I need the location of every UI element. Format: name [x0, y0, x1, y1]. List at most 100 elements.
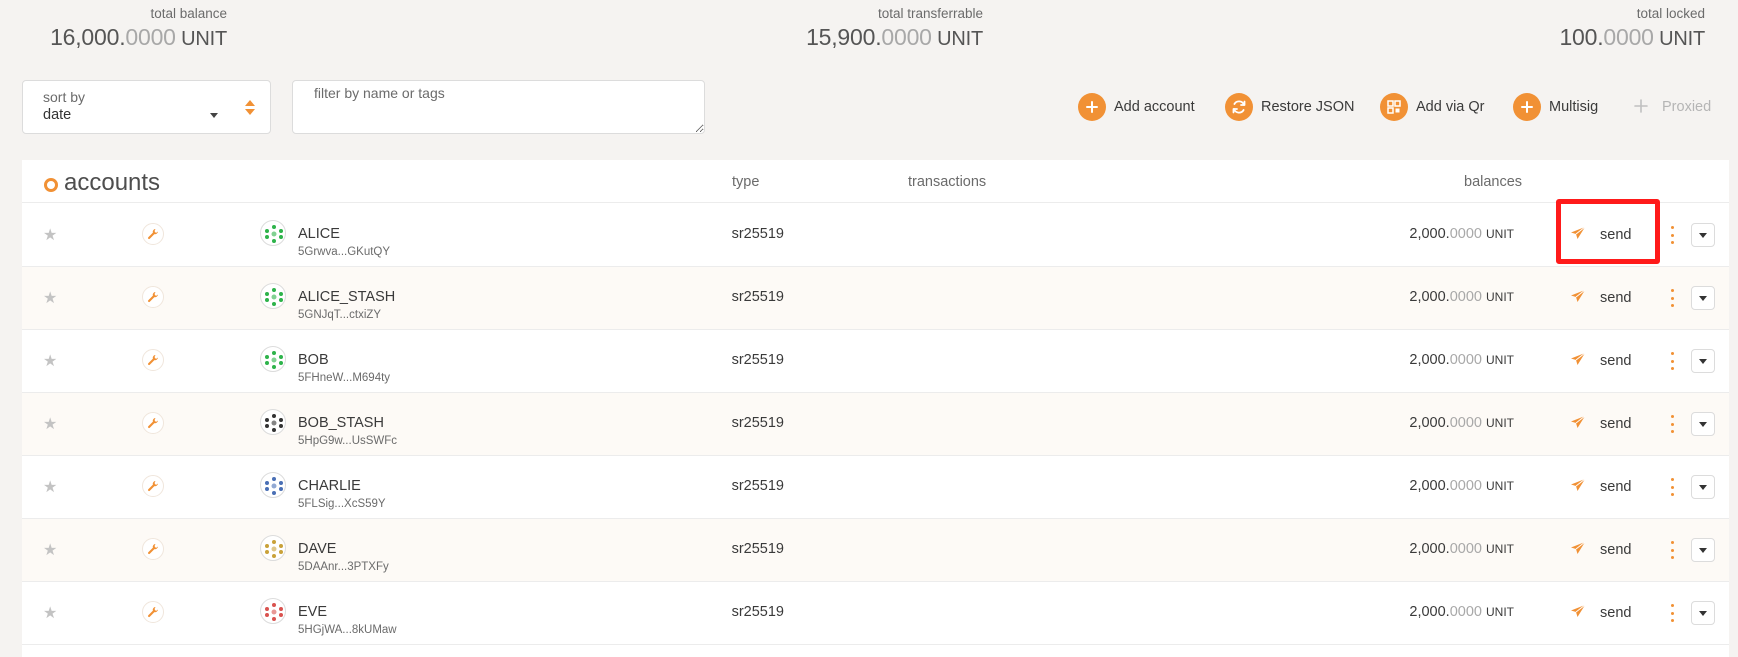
multisig-button[interactable]: Multisig [1513, 92, 1598, 122]
account-name[interactable]: ALICE_STASH [298, 289, 395, 305]
send-icon [1570, 352, 1586, 371]
wrench-icon[interactable] [142, 475, 164, 497]
balance-decimals: 0000 [1449, 226, 1482, 242]
sort-direction-toggle[interactable] [245, 100, 255, 116]
account-name[interactable]: ALICE [298, 226, 340, 242]
kebab-icon[interactable] [1667, 415, 1677, 433]
wrench-icon[interactable] [142, 223, 164, 245]
add-via-qr-button[interactable]: Add via Qr [1380, 92, 1485, 122]
account-address: 5GNJqT...ctxiZY [298, 309, 382, 321]
chevron-down-icon[interactable] [1691, 538, 1715, 562]
balance-decimals: 0000 [1449, 478, 1482, 494]
kebab-icon[interactable] [1667, 478, 1677, 496]
chevron-down-icon[interactable] [1691, 286, 1715, 310]
account-name[interactable]: BOB [298, 352, 329, 368]
balance-int: 2,000. [1409, 226, 1450, 242]
account-balance: 2,000.0000 UNIT [1322, 289, 1514, 305]
balance-unit: UNIT [1486, 290, 1514, 304]
star-icon[interactable]: ★ [43, 543, 57, 559]
identicon[interactable] [260, 472, 286, 498]
kebab-icon[interactable] [1667, 541, 1677, 559]
account-balance: 2,000.0000 UNIT [1322, 541, 1514, 557]
total-transferrable: total transferrable 15,900.0000 UNIT [800, 6, 983, 51]
account-type: sr25519 [731, 289, 784, 305]
balance-int: 2,000. [1409, 415, 1450, 431]
account-name[interactable]: DAVE [298, 541, 336, 557]
account-name[interactable]: CHARLIE [298, 478, 361, 494]
kebab-icon[interactable] [1667, 289, 1677, 307]
chevron-down-icon[interactable] [1691, 601, 1715, 625]
wrench-icon[interactable] [142, 412, 164, 434]
total-transferrable-label: total transferrable [877, 6, 983, 21]
total-transferrable-decimals: 0000 [881, 24, 932, 50]
balance-int: 2,000. [1409, 478, 1450, 494]
send-button[interactable]: send [1570, 602, 1631, 624]
account-row: ★ BOB 5FHneW...M694ty sr25519 2,000.0000… [22, 330, 1729, 393]
star-icon[interactable]: ★ [43, 291, 57, 307]
accounts-table: accounts type transactions balances ★ AL… [22, 160, 1729, 657]
send-icon [1570, 478, 1586, 497]
identicon[interactable] [260, 346, 286, 372]
total-balance-label: total balance [150, 6, 227, 21]
sort-descending-icon [245, 109, 255, 115]
send-label: send [1600, 605, 1632, 621]
restore-json-label: Restore JSON [1261, 99, 1355, 115]
kebab-icon[interactable] [1667, 352, 1677, 370]
balance-unit: UNIT [1486, 479, 1514, 493]
balance-int: 2,000. [1409, 541, 1450, 557]
send-button[interactable]: send [1570, 287, 1631, 309]
total-locked-value: 100.0000 UNIT [1552, 24, 1705, 51]
send-button[interactable]: send [1570, 539, 1631, 561]
balance-decimals: 0000 [1449, 541, 1482, 557]
account-row: ★ ALICE_STASH 5GNJqT...ctxiZY sr25519 2,… [22, 267, 1729, 330]
star-icon[interactable]: ★ [43, 417, 57, 433]
send-label: send [1600, 416, 1632, 432]
star-icon[interactable]: ★ [43, 354, 57, 370]
add-account-label: Add account [1114, 99, 1195, 115]
chevron-down-icon[interactable] [1691, 223, 1715, 247]
star-icon[interactable]: ★ [43, 480, 57, 496]
send-button[interactable]: send [1570, 413, 1631, 435]
account-type: sr25519 [731, 226, 784, 242]
restore-json-button[interactable]: Restore JSON [1225, 92, 1354, 122]
identicon[interactable] [260, 283, 286, 309]
plus-icon [1634, 96, 1648, 119]
wrench-icon[interactable] [142, 538, 164, 560]
identicon[interactable] [260, 598, 286, 624]
filter-input[interactable] [292, 80, 705, 134]
account-balance: 2,000.0000 UNIT [1322, 415, 1514, 431]
wrench-icon[interactable] [142, 349, 164, 371]
chevron-down-icon [210, 113, 218, 118]
identicon[interactable] [260, 535, 286, 561]
sort-by-dropdown[interactable]: sort by date [22, 80, 271, 134]
account-type: sr25519 [731, 604, 784, 620]
proxied-button[interactable]: Proxied [1634, 92, 1711, 122]
total-locked: total locked 100.0000 UNIT [1552, 6, 1705, 51]
send-button[interactable]: send [1570, 350, 1631, 372]
send-button[interactable]: send [1570, 476, 1631, 498]
total-transferrable-int: 15,900. [806, 24, 882, 50]
balance-decimals: 0000 [1449, 415, 1482, 431]
star-icon[interactable]: ★ [43, 606, 57, 622]
chevron-down-icon[interactable] [1691, 475, 1715, 499]
account-type: sr25519 [731, 478, 784, 494]
chevron-down-icon[interactable] [1691, 349, 1715, 373]
identicon[interactable] [260, 220, 286, 246]
balance-unit: UNIT [1486, 542, 1514, 556]
chevron-down-icon[interactable] [1691, 412, 1715, 436]
wrench-icon[interactable] [142, 286, 164, 308]
accounts-table-header: accounts type transactions balances [22, 160, 1729, 203]
wrench-icon[interactable] [142, 601, 164, 623]
account-name[interactable]: EVE [298, 604, 327, 620]
proxied-label: Proxied [1662, 99, 1712, 115]
add-account-button[interactable]: Add account [1078, 92, 1195, 122]
identicon[interactable] [260, 409, 286, 435]
account-type: sr25519 [731, 352, 784, 368]
star-icon[interactable]: ★ [43, 228, 57, 244]
kebab-icon[interactable] [1667, 604, 1677, 622]
account-name[interactable]: BOB_STASH [298, 415, 384, 431]
balance-int: 2,000. [1409, 352, 1450, 368]
total-transferrable-unit: UNIT [931, 28, 983, 50]
kebab-icon[interactable] [1667, 226, 1677, 244]
send-icon [1570, 604, 1586, 623]
